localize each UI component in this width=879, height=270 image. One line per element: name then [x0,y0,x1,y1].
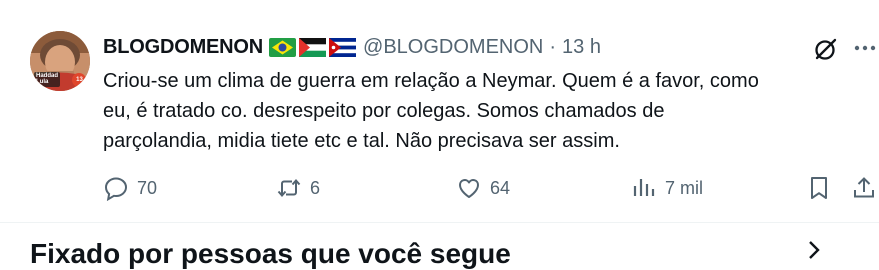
brazil-flag-icon [269,37,297,57]
author-flags [269,37,357,57]
share-button[interactable] [851,170,877,206]
retweet-count: 6 [310,177,321,198]
tweet-text: Criou-se um clima de guerra em relação a… [103,66,863,156]
avatar[interactable]: Haddad Lula 13 [30,31,90,91]
like-count: 64 [490,177,511,198]
separator-dot: · [549,35,557,58]
tweet-text-line: parçolandia, midia tiete etc e tal. Não … [103,130,620,152]
reply-count: 70 [137,177,158,198]
share-icon [854,177,874,198]
grok-icon[interactable] [813,36,839,62]
retweet-button[interactable]: 6 [276,170,320,206]
bookmark-button[interactable] [806,170,832,206]
like-button[interactable]: 64 [456,170,510,206]
reply-button[interactable]: 70 [103,170,157,206]
views-button[interactable]: 7 mil [631,170,703,206]
more-icon[interactable] [851,36,879,60]
avatar-badge-text: Haddad Lula [36,73,59,85]
bookmark-icon [811,177,827,199]
section-title-partial: Fixado por pessoas que você segue [30,238,511,269]
views-icon [633,179,655,196]
author-name[interactable]: BLOGDOMENON [103,36,263,59]
retweet-icon [277,178,301,198]
palestine-flag-icon [299,37,327,57]
reply-icon [104,177,128,201]
views-count: 7 mil [665,177,704,198]
tweet-text-line: eu, é tratado co. desrespeito por colega… [103,100,665,122]
heart-icon [459,179,479,198]
tweet-text-line: Criou-se um clima de guerra em relação a… [103,70,759,92]
cuba-flag-icon [329,37,357,57]
tweet-timestamp[interactable]: 13 h [562,36,601,59]
avatar-badge-number: 13 [76,77,83,83]
author-handle[interactable]: @BLOGDOMENON [363,36,543,59]
tweet-header: BLOGDOMENON @BLOGDOMENON · 13 h [103,33,601,61]
tweet[interactable]: Haddad Lula 13 BLOGDOMENON @BLOGDOMENON … [0,0,879,223]
chevron-right-icon[interactable] [802,238,826,262]
tweet-actions: 70 6 64 7 mil [0,170,879,206]
